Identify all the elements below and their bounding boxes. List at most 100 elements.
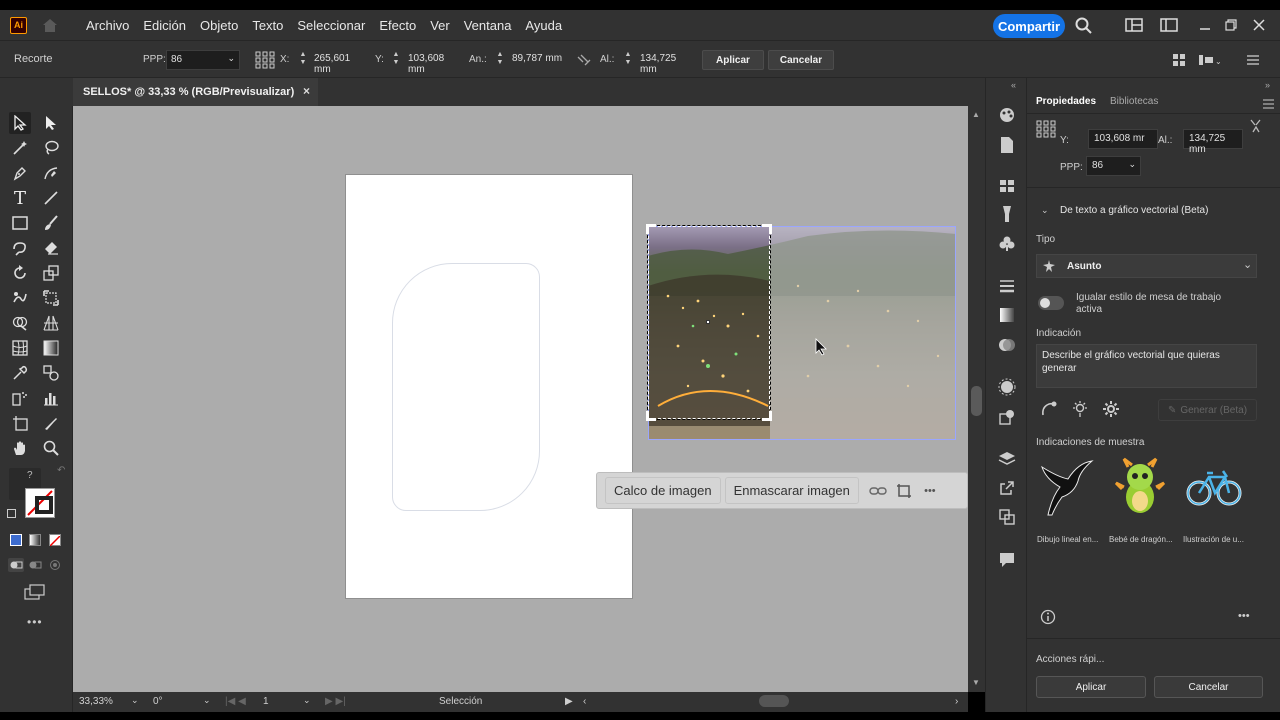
- scale-tool-icon[interactable]: [40, 262, 62, 284]
- close-icon[interactable]: [1250, 16, 1268, 34]
- crop-handle-top-left[interactable]: [646, 224, 656, 234]
- draw-normal-icon[interactable]: [8, 558, 24, 572]
- type-tool-icon[interactable]: T: [9, 187, 31, 209]
- cancel-button[interactable]: Cancelar: [1154, 676, 1263, 698]
- sample-bicycle[interactable]: [1183, 456, 1245, 518]
- menu-objeto[interactable]: Objeto: [193, 18, 245, 33]
- default-fill-stroke-icon[interactable]: [7, 509, 16, 518]
- more-options-icon[interactable]: •••: [919, 480, 941, 502]
- color-mode-icon[interactable]: [10, 534, 22, 546]
- lasso-tool-icon[interactable]: [40, 137, 62, 159]
- symbol-sprayer-tool-icon[interactable]: [9, 387, 31, 409]
- mask-image-button[interactable]: Enmascarar imagen: [724, 477, 859, 504]
- appearance-icon[interactable]: [997, 377, 1017, 397]
- tab-properties[interactable]: Propiedades: [1036, 96, 1096, 107]
- graphic-styles-icon[interactable]: [997, 407, 1017, 427]
- workspace-icon[interactable]: [1125, 16, 1143, 34]
- minimize-icon[interactable]: [1196, 16, 1214, 34]
- panel-menu-icon[interactable]: [1246, 54, 1260, 66]
- rotation-value[interactable]: 0°: [153, 696, 163, 707]
- free-transform-tool-icon[interactable]: [40, 287, 62, 309]
- rounded-shape[interactable]: [392, 263, 540, 511]
- search-icon[interactable]: [1074, 16, 1092, 34]
- screen-mode-icon[interactable]: [24, 584, 46, 600]
- gradient-mode-icon[interactable]: [29, 534, 41, 546]
- column-graph-tool-icon[interactable]: [40, 387, 62, 409]
- artboard-chevron-down-icon[interactable]: ⌄: [303, 695, 311, 706]
- magic-wand-tool-icon[interactable]: [9, 137, 31, 159]
- width-field[interactable]: 89,787 mm: [508, 50, 568, 70]
- blend-tool-icon[interactable]: [40, 362, 62, 384]
- type-select[interactable]: Asunto ⌄: [1036, 254, 1257, 278]
- more-options-icon[interactable]: •••: [1238, 610, 1250, 622]
- constrain-proportions-icon[interactable]: [1248, 119, 1264, 133]
- panel-height-field[interactable]: 134,725 mm: [1183, 129, 1243, 155]
- zoom-chevron-down-icon[interactable]: ⌄: [131, 695, 139, 706]
- x-stepper-icon[interactable]: ▲ ▼: [299, 51, 307, 69]
- rotation-chevron-down-icon[interactable]: ⌄: [203, 695, 211, 706]
- close-tab-icon[interactable]: ×: [303, 84, 310, 98]
- distribute-icon[interactable]: ⌄: [1198, 53, 1222, 67]
- rotate-tool-icon[interactable]: [9, 262, 31, 284]
- info-icon[interactable]: [1040, 609, 1056, 625]
- reference-point-icon[interactable]: [1036, 120, 1056, 138]
- sample-bird-drawing[interactable]: [1035, 456, 1097, 518]
- height-stepper-icon[interactable]: ▲ ▼: [624, 51, 632, 69]
- arrange-documents-icon[interactable]: [1160, 16, 1178, 34]
- line-tool-icon[interactable]: [40, 187, 62, 209]
- direct-selection-tool-icon[interactable]: [40, 112, 62, 134]
- width-stepper-icon[interactable]: ▲ ▼: [496, 51, 504, 69]
- panel-ppp-select[interactable]: 86 ⌄: [1086, 156, 1141, 176]
- crop-handle-top-right[interactable]: [762, 224, 772, 234]
- panel-y-field[interactable]: 103,608 mr: [1088, 129, 1158, 149]
- gradient-tool-icon[interactable]: [40, 337, 62, 359]
- selection-tool-icon[interactable]: [9, 112, 31, 134]
- generate-button[interactable]: ✎ Generar (Beta): [1158, 399, 1257, 421]
- home-icon[interactable]: [41, 16, 59, 34]
- apply-button[interactable]: Aplicar: [1036, 676, 1146, 698]
- menu-ver[interactable]: Ver: [423, 18, 457, 33]
- stroke-panel-icon[interactable]: [997, 276, 1017, 296]
- collapse-panel-icon[interactable]: »: [1265, 80, 1270, 90]
- menu-archivo[interactable]: Archivo: [79, 18, 136, 33]
- first-artboard-icon[interactable]: |◀ ◀: [225, 696, 246, 707]
- restore-icon[interactable]: [1222, 16, 1240, 34]
- prompt-textarea[interactable]: Describe el gráfico vectorial que quiera…: [1036, 344, 1257, 388]
- artboards-panel-icon[interactable]: [997, 507, 1017, 527]
- last-artboard-icon[interactable]: ▶ ▶|: [325, 696, 346, 707]
- none-mode-icon[interactable]: [49, 534, 61, 547]
- eyedropper-tool-icon[interactable]: [9, 362, 31, 384]
- artboard[interactable]: [345, 174, 633, 599]
- default-colors-icon[interactable]: ?: [27, 470, 33, 481]
- reference-point-icon[interactable]: [255, 51, 275, 69]
- color-theme-icon[interactable]: [997, 105, 1017, 125]
- y-field[interactable]: 103,608 mm: [404, 50, 466, 75]
- menu-texto[interactable]: Texto: [245, 18, 290, 33]
- sample-baby-dragon[interactable]: [1109, 456, 1171, 518]
- scroll-up-icon[interactable]: ▲: [972, 110, 980, 119]
- brushes-icon[interactable]: [997, 204, 1017, 224]
- comments-icon[interactable]: [997, 550, 1017, 570]
- scroll-right-icon[interactable]: ›: [955, 696, 958, 707]
- image-trace-button[interactable]: Calco de imagen: [605, 477, 721, 504]
- gradient-panel-icon[interactable]: [997, 305, 1017, 325]
- scroll-down-icon[interactable]: ▼: [972, 678, 980, 687]
- zoom-level[interactable]: 33,33%: [79, 696, 113, 707]
- menu-efecto[interactable]: Efecto: [372, 18, 423, 33]
- crop-image-icon[interactable]: [893, 480, 915, 502]
- horizontal-scroll-thumb[interactable]: [759, 695, 789, 707]
- hand-tool-icon[interactable]: [9, 437, 31, 459]
- document-tab[interactable]: SELLOS* @ 33,33 % (RGB/Previsualizar) ×: [73, 78, 318, 106]
- link-icon[interactable]: [867, 480, 889, 502]
- effects-icon[interactable]: [1071, 400, 1089, 418]
- style-picker-icon[interactable]: [1040, 400, 1058, 418]
- ppp-select[interactable]: 86 ⌄: [166, 50, 240, 70]
- layers-icon[interactable]: [997, 449, 1017, 469]
- warp-tool-icon[interactable]: [9, 287, 31, 309]
- swatches-icon[interactable]: [997, 176, 1017, 196]
- link-proportions-icon[interactable]: [576, 53, 592, 67]
- rectangle-tool-icon[interactable]: [9, 212, 31, 234]
- text-to-vector-section-title[interactable]: De texto a gráfico vectorial (Beta): [1060, 205, 1208, 216]
- eraser-tool-icon[interactable]: [40, 237, 62, 259]
- mesh-tool-icon[interactable]: [9, 337, 31, 359]
